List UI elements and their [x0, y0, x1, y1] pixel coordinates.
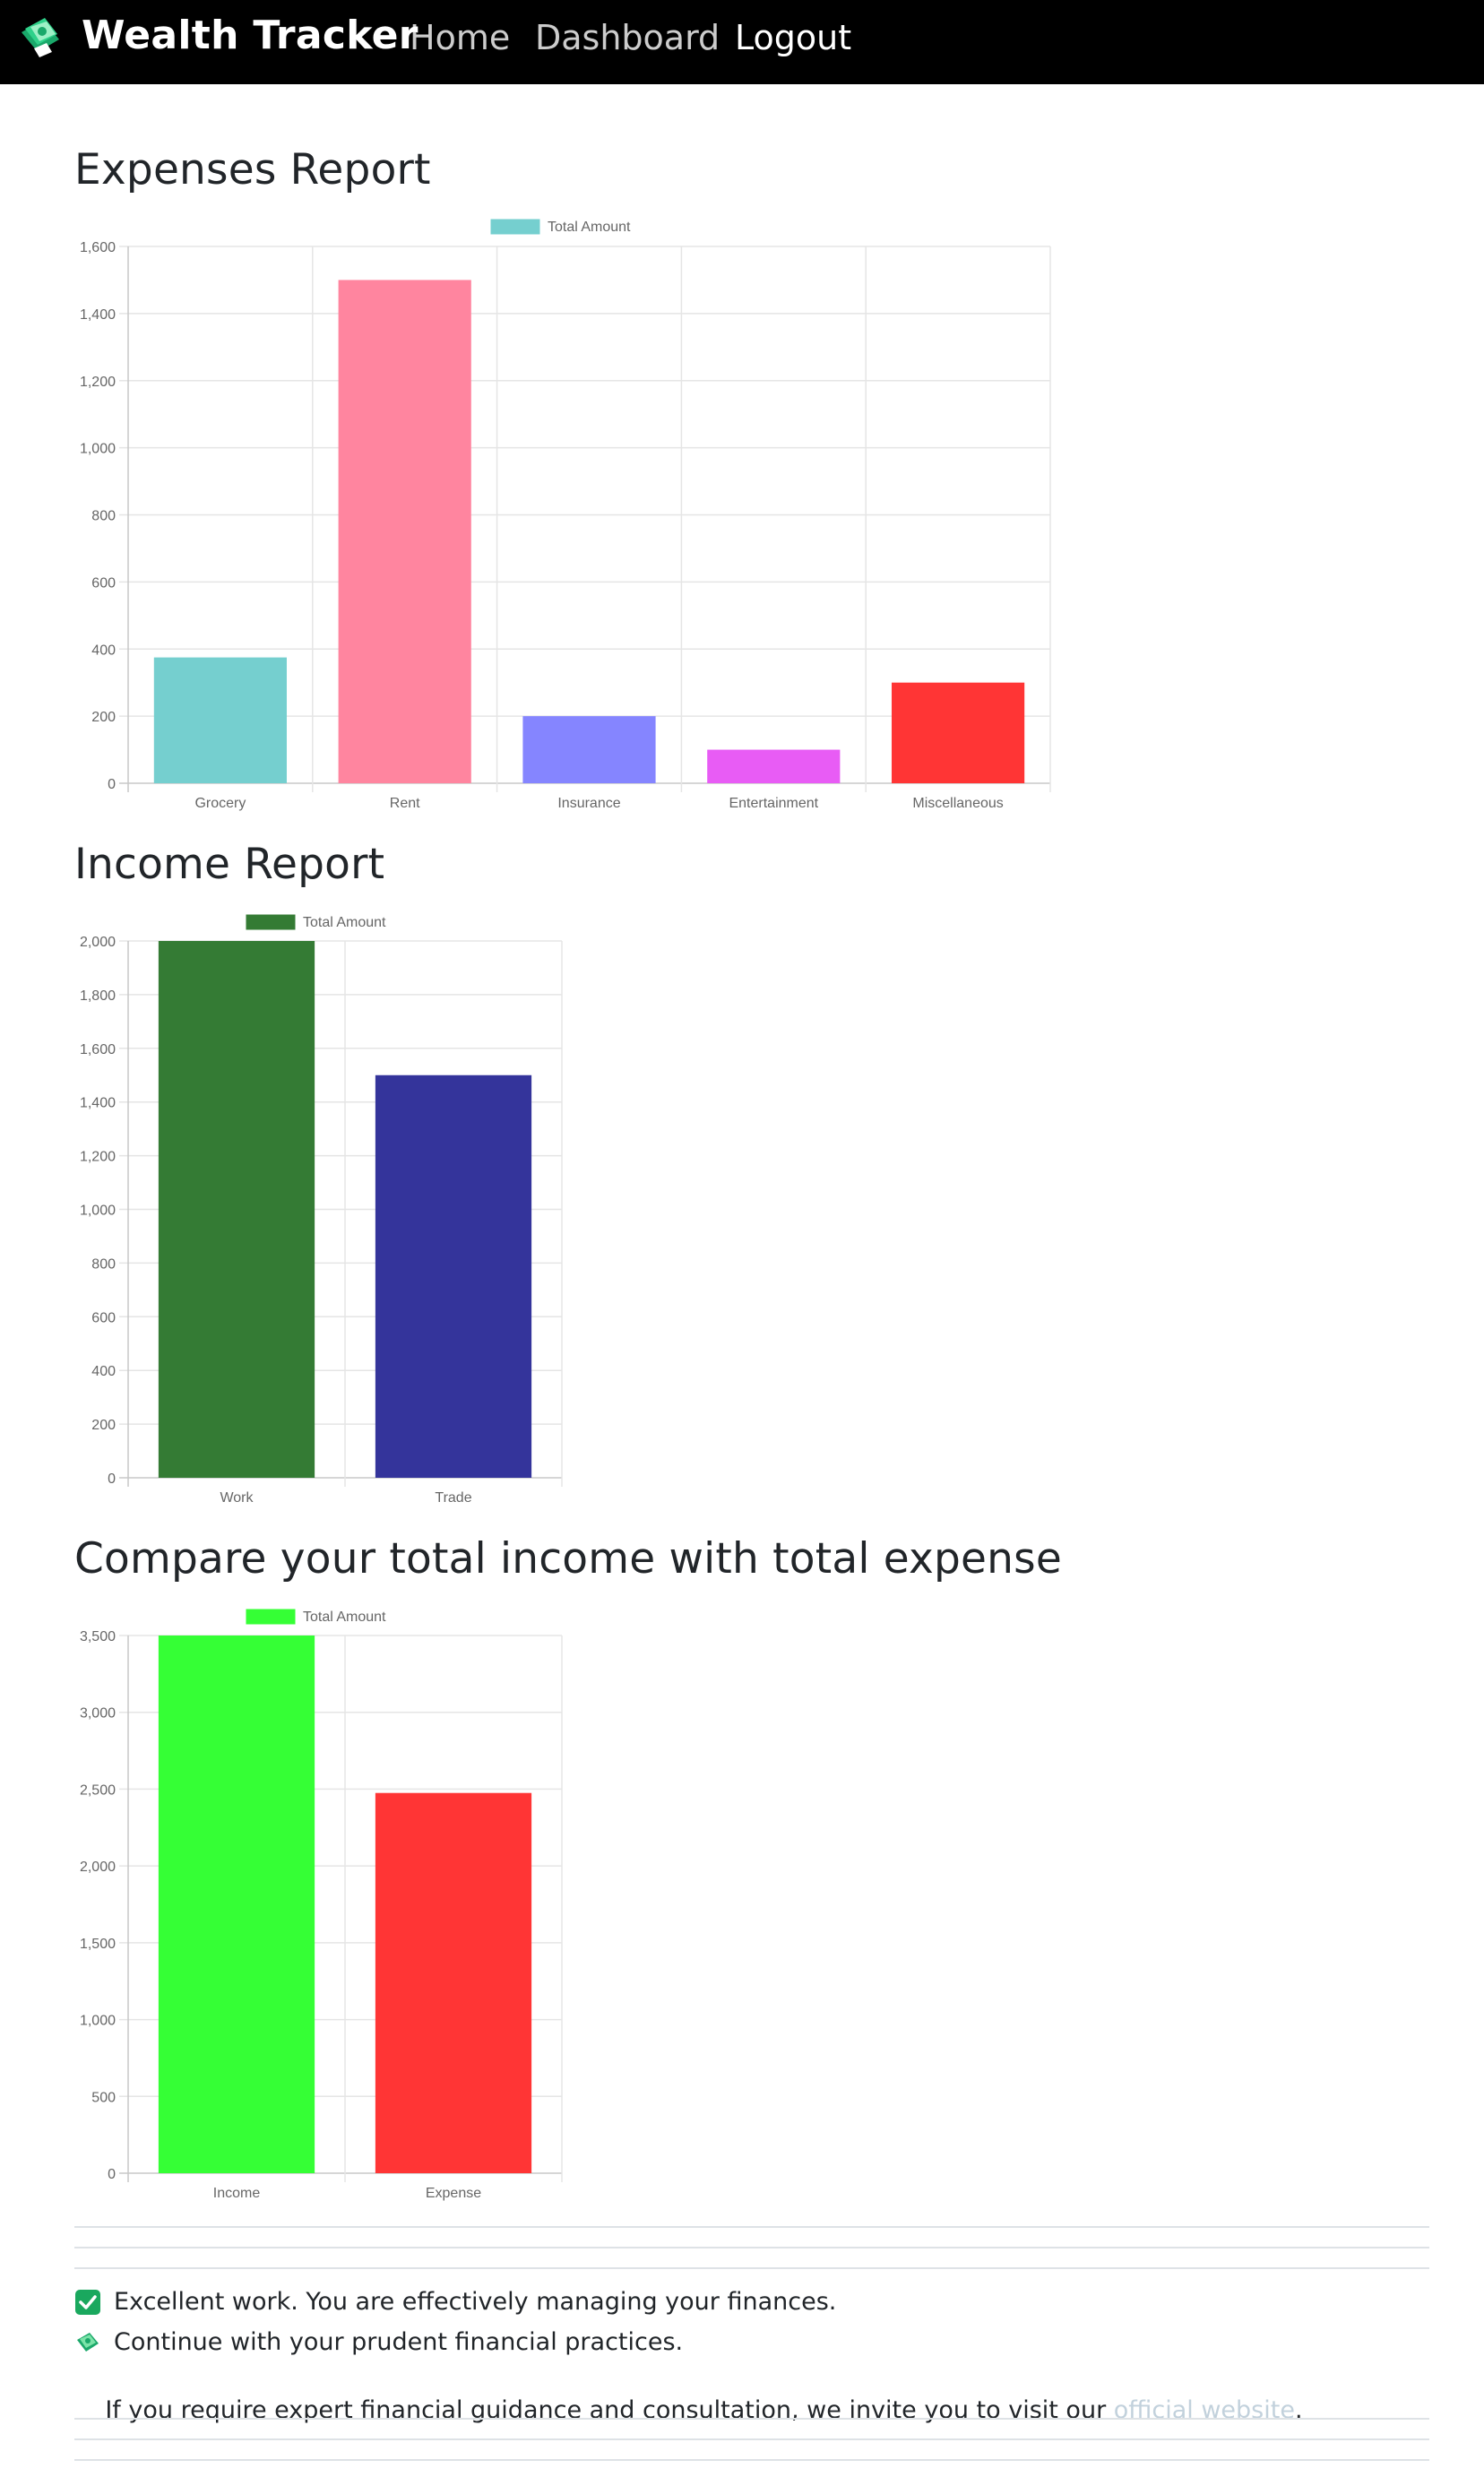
guidance-end: .	[1294, 2396, 1303, 2424]
divider	[74, 2459, 1429, 2461]
divider	[74, 2226, 1429, 2228]
excellent-text: Excellent work. You are effectively mana…	[114, 2288, 837, 2316]
check-icon	[75, 2289, 100, 2315]
y-tick-label: 3,000	[80, 1706, 116, 1722]
y-tick-label: 0	[108, 2167, 116, 2182]
continue-message: Continue with your prudent financial pra…	[74, 2328, 683, 2356]
divider	[74, 2418, 1429, 2420]
bar-income[interactable]	[158, 1636, 315, 2173]
money-icon	[77, 2332, 99, 2352]
legend-swatch	[246, 1609, 296, 1625]
y-tick-label: 3,500	[80, 1629, 116, 1644]
y-tick-label: 2,000	[80, 1860, 116, 1875]
official-website-link[interactable]: official website	[1114, 2396, 1295, 2424]
divider	[74, 2247, 1429, 2248]
y-tick-label: 500	[91, 2090, 116, 2105]
y-tick-label: 1,000	[80, 2014, 116, 2029]
guidance-text: If you require expert financial guidance…	[105, 2396, 1114, 2424]
legend-label: Total Amount	[303, 1610, 386, 1625]
x-tick-label: Expense	[426, 2186, 481, 2201]
y-tick-label: 1,500	[80, 1937, 116, 1952]
divider	[74, 2267, 1429, 2269]
divider	[74, 2438, 1429, 2440]
excellent-message: Excellent work. You are effectively mana…	[74, 2288, 836, 2316]
y-tick-label: 2,500	[80, 1782, 116, 1798]
chart-legend[interactable]: Total Amount	[246, 1609, 386, 1625]
continue-text: Continue with your prudent financial pra…	[114, 2328, 684, 2356]
bar-expense[interactable]	[375, 1792, 532, 2173]
x-tick-label: Income	[213, 2186, 261, 2201]
compare-chart: Total Amount 0 500 1,000 1,500 2,000 2,500 3,00…	[80, 1609, 563, 2201]
